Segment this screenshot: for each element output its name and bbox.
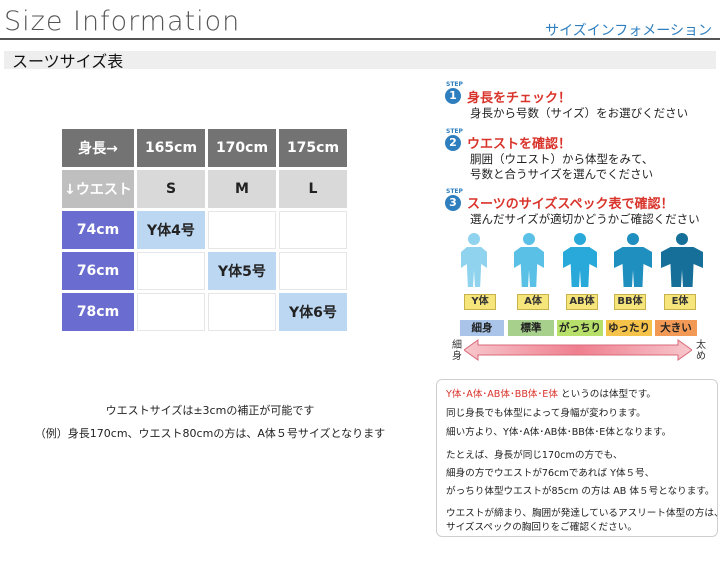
info-text: というのは体型です。 — [557, 389, 656, 400]
scale-right-label: 太め — [696, 340, 706, 362]
size-table: 身長→ 165cm 170cm 175cm ↓ウエスト S M L 74cm Y… — [59, 126, 350, 334]
height-header: 170cm — [208, 129, 276, 167]
info-line: たとえば、身長が同じ170cmの方でも、 — [446, 450, 623, 461]
body-type-badge: AB体 — [566, 294, 598, 310]
info-line: Y体･A体･AB体･BB体･E体 というのは体型です。 — [446, 386, 656, 400]
size-cell — [279, 211, 347, 249]
section-title: スーツサイズ表 — [12, 52, 124, 71]
step-text: 身長から号数（サイズ）をお選びください — [470, 106, 689, 120]
person-figure-icon — [563, 233, 597, 287]
body-type-badge: BB体 — [614, 294, 646, 310]
table-row: 78cm Y体6号 — [62, 293, 347, 331]
step-text: 号数と合うサイズを選んでください — [470, 167, 654, 181]
waist-label: 74cm — [62, 211, 134, 249]
step-number-badge: 1 — [445, 88, 461, 104]
size-cell: Y体4号 — [137, 211, 205, 249]
body-type-badge: E体 — [664, 294, 696, 310]
waist-correction-note: ウエストサイズは±3cmの補正が可能です — [105, 404, 315, 417]
build-tag: 標準 — [508, 320, 554, 336]
info-line: 細身の方でウエストが76cmであれば Y体５号、 — [446, 468, 655, 479]
corner-height-label: 身長→ — [62, 129, 134, 167]
size-cell: Y体5号 — [208, 252, 276, 290]
page-title: Size Information — [4, 6, 241, 37]
build-tag: 大きい — [655, 320, 697, 336]
step-tag: STEP — [446, 188, 463, 195]
step-title: 身長をチェック！ — [467, 91, 572, 106]
person-figure-icon — [461, 233, 487, 287]
step-number-badge: 3 — [445, 195, 461, 211]
info-line: ウエストが締まり、胸囲が発達しているアスリート体型の方は、 — [446, 508, 720, 519]
waist-label: 78cm — [62, 293, 134, 331]
step-title: スーツのサイズスペック表で確認！ — [467, 197, 674, 212]
person-figure-icon — [514, 233, 544, 287]
body-type-badge: A体 — [517, 294, 549, 310]
size-cell — [208, 293, 276, 331]
example-note: （例）身長170cm、ウエスト80cmの方は、A体５号サイズとなります — [34, 427, 386, 440]
build-tag: ゆったり — [606, 320, 652, 336]
step-tag: STEP — [446, 128, 463, 135]
step-number-badge: 2 — [445, 135, 461, 151]
page-title-jp: サイズインフォメーション — [545, 23, 712, 39]
height-header: 175cm — [279, 129, 347, 167]
step-title: ウエストを確認！ — [467, 137, 572, 152]
size-cell — [137, 252, 205, 290]
info-line: 細い方より、Y体･A体･AB体･BB体･E体となります。 — [446, 427, 672, 438]
info-line: サイズスペックの胸回りをご確認ください。 — [446, 522, 637, 533]
scale-arrow-icon — [464, 339, 692, 361]
size-cell — [208, 211, 276, 249]
size-cell — [279, 252, 347, 290]
person-figure-icon — [614, 233, 652, 287]
info-highlight: Y体･A体･AB体･BB体･E体 — [446, 389, 558, 400]
waist-label: 76cm — [62, 252, 134, 290]
size-header: S — [137, 170, 205, 208]
size-header: M — [208, 170, 276, 208]
table-row: 74cm Y体4号 — [62, 211, 347, 249]
size-header: L — [279, 170, 347, 208]
table-row: 76cm Y体5号 — [62, 252, 347, 290]
body-type-badge: Y体 — [464, 294, 496, 310]
info-line: 同じ身長でも体型によって身幅が変わります。 — [446, 408, 646, 419]
step-text: 胴囲（ウエスト）から体型をみて、 — [470, 152, 654, 166]
scale-left-label: 細身 — [452, 340, 462, 362]
height-header: 165cm — [137, 129, 205, 167]
person-figure-icon — [661, 233, 703, 287]
size-cell: Y体6号 — [279, 293, 347, 331]
header-divider — [0, 38, 720, 40]
info-line: がっちり体型ウエストが85cm の方は AB 体５号となります。 — [446, 486, 715, 497]
step-text: 選んだサイズが適切かどうかご確認ください — [470, 212, 700, 226]
build-tag: 細身 — [460, 320, 504, 336]
build-tag: がっちり — [557, 320, 603, 336]
corner-waist-label: ↓ウエスト — [62, 170, 134, 208]
step-tag: STEP — [446, 81, 463, 88]
size-cell — [137, 293, 205, 331]
